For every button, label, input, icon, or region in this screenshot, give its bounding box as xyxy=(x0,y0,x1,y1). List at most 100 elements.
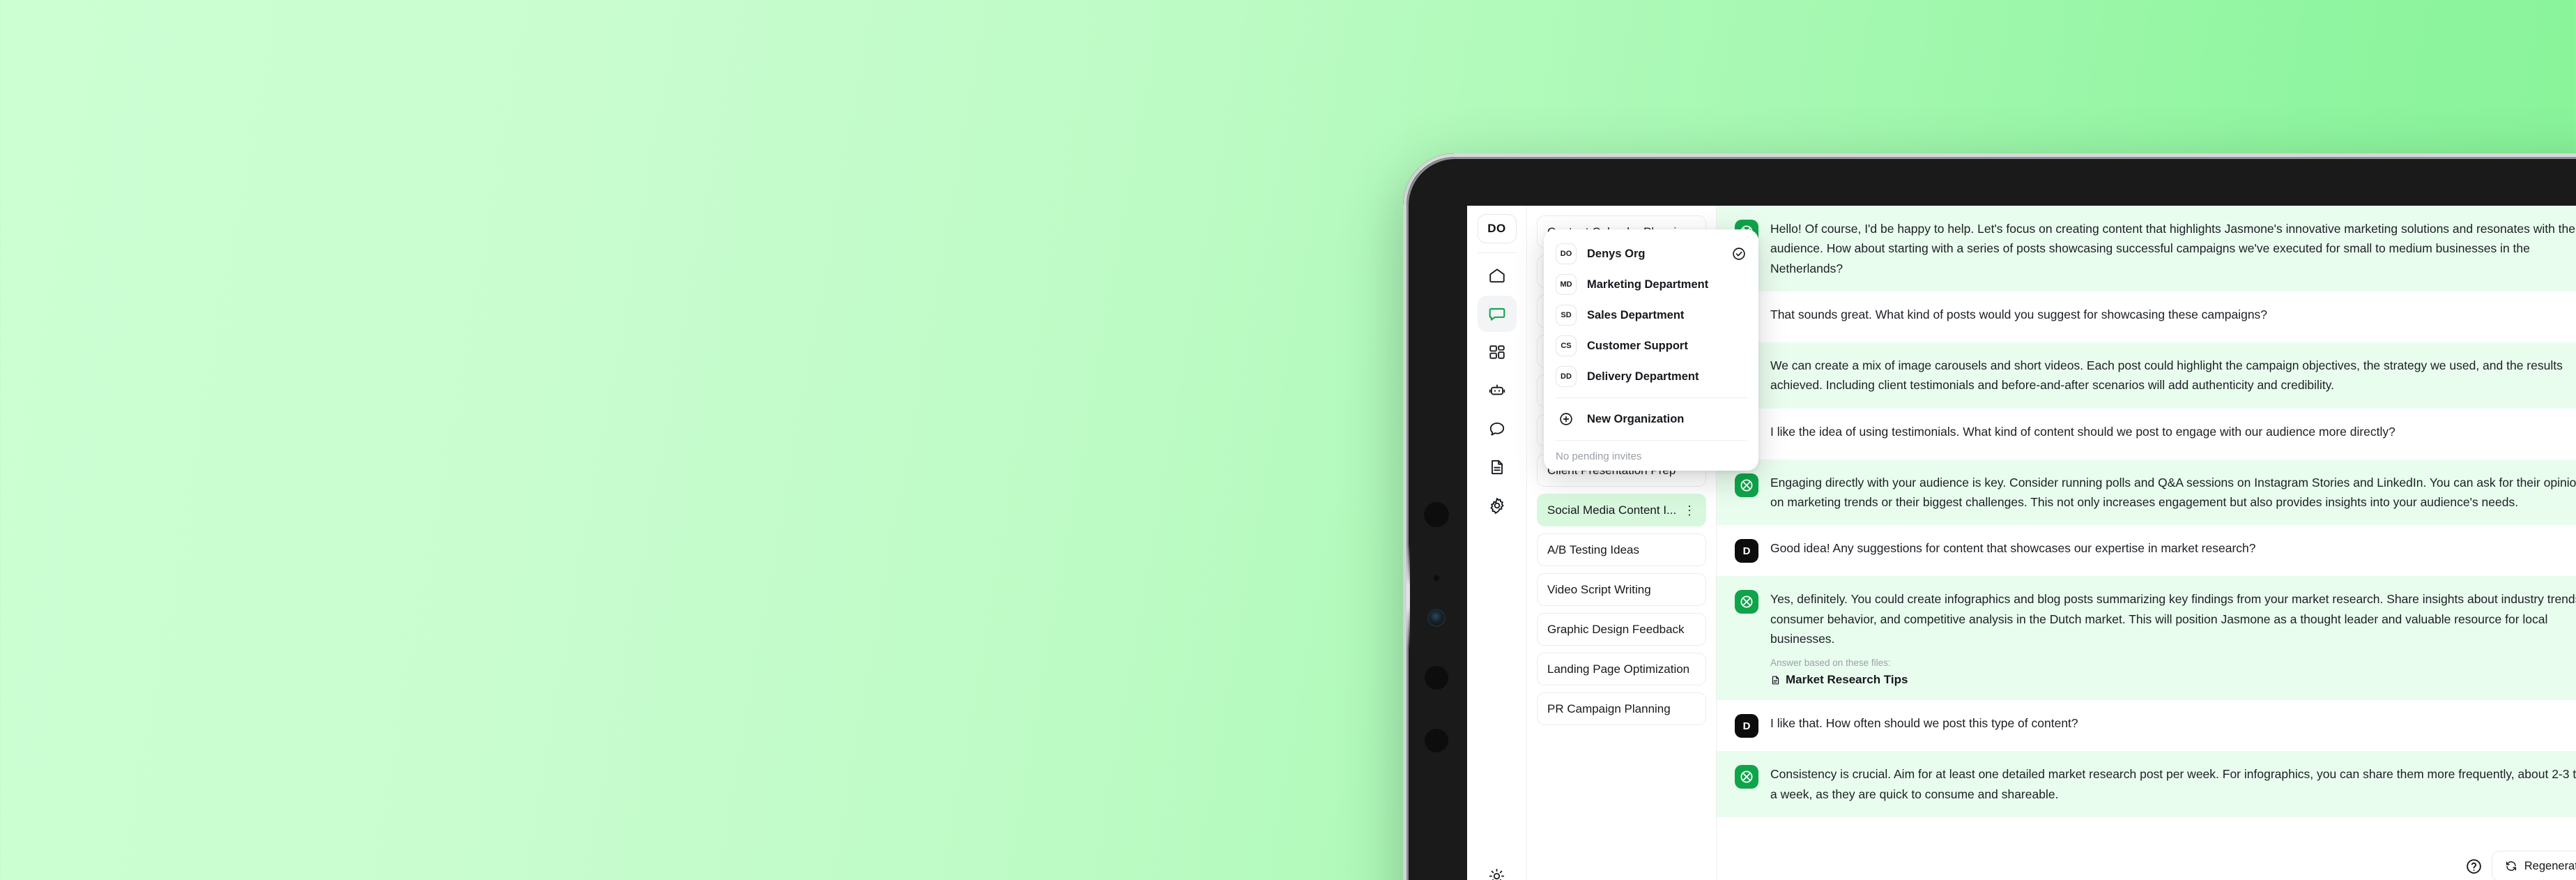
org-name: Delivery Department xyxy=(1587,370,1699,383)
device-camera-lens-3 xyxy=(1425,729,1448,752)
user-message-avatar: D xyxy=(1735,714,1758,738)
sidebar-item-apps[interactable] xyxy=(1478,334,1517,370)
chat-message-text: Good idea! Any suggestions for content t… xyxy=(1770,541,2256,556)
organization-switcher-dropdown: DO Denys Org MD Marketing Department SD … xyxy=(1544,229,1758,471)
chat-icon xyxy=(1488,305,1506,323)
chat-message-text: I like that. How often should we post th… xyxy=(1770,716,2078,731)
ai-avatar xyxy=(1735,473,1758,497)
rail-divider xyxy=(1477,252,1517,253)
chat-message-text: Engaging directly with your audience is … xyxy=(1770,475,2576,510)
org-switcher-button[interactable]: DO xyxy=(1477,214,1517,243)
org-dropdown-item[interactable]: DO Denys Org xyxy=(1544,238,1758,269)
gear-icon xyxy=(1488,496,1506,515)
org-dropdown-item[interactable]: SD Sales Department xyxy=(1544,300,1758,331)
dropdown-divider xyxy=(1556,440,1747,441)
chat-message-text: That sounds great. What kind of posts wo… xyxy=(1770,308,2268,322)
bot-icon xyxy=(1488,381,1506,400)
chat-message-text: Consistency is crucial. Aim for at least… xyxy=(1770,767,2576,801)
org-dropdown-item[interactable]: CS Customer Support xyxy=(1544,331,1758,361)
dropdown-divider xyxy=(1556,397,1747,398)
device-volume-button xyxy=(1717,153,1866,158)
chat-message-user: D I like that. How often should we post … xyxy=(1717,700,2576,752)
source-file-link[interactable]: Market Research Tips xyxy=(1770,673,2576,687)
sidebar-item-settings[interactable] xyxy=(1478,487,1517,524)
chat-message-panel: Hello! Of course, I'd be happy to help. … xyxy=(1717,206,2576,880)
new-organization-label: New Organization xyxy=(1587,412,1685,425)
file-icon xyxy=(1770,674,1781,686)
new-organization-button[interactable]: New Organization xyxy=(1544,404,1758,434)
message-bubble-icon xyxy=(1488,420,1506,438)
sidebar-item-home[interactable] xyxy=(1478,257,1517,294)
org-name: Sales Department xyxy=(1587,308,1685,321)
message-actions-row: Regenerate xyxy=(1749,841,2576,880)
chat-message-body: I like the idea of using testimonials. W… xyxy=(1770,422,2576,441)
device-camera-lens-2 xyxy=(1425,666,1448,690)
org-name: Marketing Department xyxy=(1587,278,1709,291)
rail-bottom-group: D xyxy=(1478,859,1517,880)
source-files-label: Answer based on these files: xyxy=(1770,658,1891,669)
chat-list-item-title: Video Script Writing xyxy=(1547,582,1651,596)
composer-zone: Regenerate xyxy=(1717,841,2576,880)
chat-message-body: Good idea! Any suggestions for content t… xyxy=(1770,538,2576,558)
org-badge: CS xyxy=(1556,335,1577,356)
source-file-name: Market Research Tips xyxy=(1786,673,1908,687)
org-dropdown-item[interactable]: DD Delivery Department xyxy=(1544,361,1758,392)
chat-message-user: D That sounds great. What kind of posts … xyxy=(1717,291,2576,343)
chat-message-text: Yes, definitely. You could create infogr… xyxy=(1770,592,2576,646)
ai-avatar xyxy=(1735,590,1758,614)
org-dropdown-item[interactable]: MD Marketing Department xyxy=(1544,269,1758,300)
app-screen: DO Social Media Content I... ⋮ A/B Testi… xyxy=(1467,206,2576,880)
org-badge: MD xyxy=(1556,274,1577,295)
chat-message-body: Yes, definitely. You could create infogr… xyxy=(1770,589,2576,687)
chat-message-text: Hello! Of course, I'd be happy to help. … xyxy=(1770,222,2576,275)
chat-message-text: We can create a mix of image carousels a… xyxy=(1770,358,2563,393)
chat-message-text: I like the idea of using testimonials. W… xyxy=(1770,424,2395,439)
chat-list-item[interactable]: Video Script Writing xyxy=(1537,573,1706,606)
refresh-icon xyxy=(2505,860,2517,872)
sidebar-item-documents[interactable] xyxy=(1478,449,1517,485)
org-name: Customer Support xyxy=(1587,339,1688,352)
check-circle-icon xyxy=(1731,246,1747,261)
chat-message-body: Hello! Of course, I'd be happy to help. … xyxy=(1770,219,2576,278)
sidebar-item-messages[interactable] xyxy=(1478,411,1517,447)
device-sensor-dot xyxy=(1434,575,1439,581)
chat-list-item[interactable]: PR Campaign Planning xyxy=(1537,692,1706,725)
chat-list-item-title: A/B Testing Ideas xyxy=(1547,543,1639,556)
org-badge: DD xyxy=(1556,366,1577,387)
chat-message-body: Engaging directly with your audience is … xyxy=(1770,473,2576,513)
user-message-avatar: D xyxy=(1735,539,1758,563)
chat-message-ai: Consistency is crucial. Aim for at least… xyxy=(1717,751,2576,818)
chat-message-ai: We can create a mix of image carousels a… xyxy=(1717,342,2576,409)
chat-message-body: I like that. How often should we post th… xyxy=(1770,713,2576,733)
tablet-device-mockup: DO Social Media Content I... ⋮ A/B Testi… xyxy=(1403,153,2576,880)
chat-list-item-selected[interactable]: Social Media Content I... ⋮ xyxy=(1537,494,1706,526)
help-button[interactable] xyxy=(2465,858,2483,875)
device-power-button xyxy=(1901,153,2048,158)
chat-message-ai: Hello! Of course, I'd be happy to help. … xyxy=(1717,206,2576,292)
org-badge: SD xyxy=(1556,305,1577,326)
pending-invites-text: No pending invites xyxy=(1556,450,1642,462)
device-front-camera xyxy=(1429,610,1444,625)
chat-list-item-title: Landing Page Optimization xyxy=(1547,662,1690,676)
chat-list-item[interactable]: Graphic Design Feedback xyxy=(1537,613,1706,646)
theme-toggle-button[interactable] xyxy=(1478,859,1517,880)
regenerate-button[interactable]: Regenerate xyxy=(2491,851,2576,880)
left-icon-rail: DO xyxy=(1467,206,1527,880)
device-antenna-strip xyxy=(1406,544,1410,648)
chat-message-user: D I like the idea of using testimonials.… xyxy=(1717,408,2576,460)
chat-options-kebab-icon[interactable]: ⋮ xyxy=(1683,504,1696,517)
org-name: Denys Org xyxy=(1587,247,1646,260)
chat-message-body: We can create a mix of image carousels a… xyxy=(1770,356,2576,395)
ai-avatar xyxy=(1735,765,1758,789)
sidebar-item-chats[interactable] xyxy=(1477,296,1517,332)
chat-list-item[interactable]: A/B Testing Ideas xyxy=(1537,533,1706,566)
sidebar-item-bots[interactable] xyxy=(1478,372,1517,409)
plus-circle-icon xyxy=(1556,411,1577,427)
home-icon xyxy=(1488,266,1506,285)
chat-list-item[interactable]: Landing Page Optimization xyxy=(1537,653,1706,685)
help-circle-icon xyxy=(2465,858,2483,875)
chat-message-user: D Good idea! Any suggestions for content… xyxy=(1717,525,2576,577)
chat-message-body: That sounds great. What kind of posts wo… xyxy=(1770,305,2576,324)
apps-grid-icon xyxy=(1488,343,1506,361)
chat-list-item-title: Social Media Content I... xyxy=(1547,503,1677,517)
